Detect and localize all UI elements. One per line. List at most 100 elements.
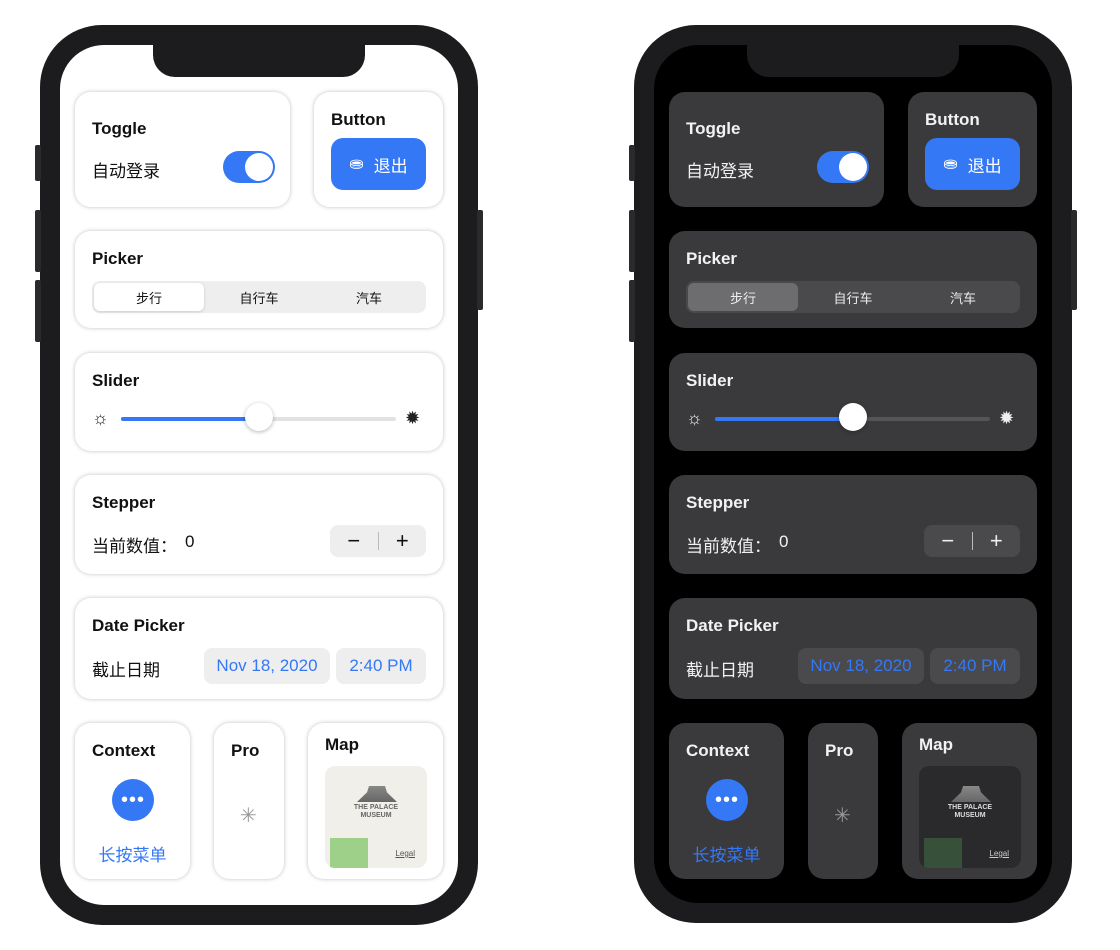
button-card: Button ⛂ 退出 xyxy=(908,92,1037,207)
pro-card: Pro ✳ xyxy=(214,723,284,879)
stepper-value: 0 xyxy=(185,532,195,551)
toggle-label: 自动登录 xyxy=(686,162,754,181)
date-picker-title: Date Picker xyxy=(92,616,185,635)
picker-option-bike[interactable]: 自行车 xyxy=(798,283,908,311)
stepper-label: 当前数值： xyxy=(92,537,177,556)
picker-option-walk[interactable]: 步行 xyxy=(94,283,204,311)
picker-option-bike[interactable]: 自行车 xyxy=(204,283,314,311)
slider-title: Slider xyxy=(92,371,140,390)
volume-up-button xyxy=(629,210,635,272)
stepper-title: Stepper xyxy=(92,493,156,512)
context-title: Context xyxy=(92,741,156,760)
segmented-picker: 步行 自行车 汽车 xyxy=(686,281,1020,313)
phone-light: Toggle 自动登录 Button ⛂ 退出 Picker 步行 自行车 汽车… xyxy=(35,25,483,925)
person-badge-minus-icon: ⛂ xyxy=(349,154,364,173)
stepper: − + xyxy=(924,525,1020,557)
toggle-card: Toggle 自动登录 xyxy=(75,92,290,207)
slider-thumb[interactable] xyxy=(838,403,867,431)
pro-title: Pro xyxy=(825,741,854,760)
stepper-card: Stepper 当前数值： 0 − + xyxy=(669,475,1037,574)
screen: Toggle 自动登录 Button ⛂ 退出 Picker 步行 自行车 汽车… xyxy=(654,45,1052,903)
spinner-icon: ✳ xyxy=(834,805,851,827)
long-press-menu-link[interactable]: 长按菜单 xyxy=(669,841,784,866)
pro-card: Pro ✳ xyxy=(808,723,878,879)
date-field[interactable]: Nov 18, 2020 xyxy=(204,648,330,684)
decrement-button[interactable]: − xyxy=(330,528,378,554)
date-picker-title: Date Picker xyxy=(686,616,779,635)
slider-thumb[interactable] xyxy=(244,403,273,431)
auto-login-toggle[interactable] xyxy=(817,151,869,183)
stepper-label: 当前数值： xyxy=(686,537,771,556)
notch xyxy=(153,45,365,77)
increment-button[interactable]: + xyxy=(973,528,1021,554)
volume-up-button xyxy=(35,210,41,272)
long-press-menu-link[interactable]: 长按菜单 xyxy=(75,841,190,866)
picker-option-walk[interactable]: 步行 xyxy=(688,283,798,311)
stepper-title: Stepper xyxy=(686,493,750,512)
context-title: Context xyxy=(686,741,750,760)
button-title: Button xyxy=(925,110,980,129)
increment-button[interactable]: + xyxy=(379,528,427,554)
button-card: Button ⛂ 退出 xyxy=(314,92,443,207)
date-picker-card: Date Picker 截止日期 Nov 18, 2020 2:40 PM xyxy=(669,598,1037,699)
logout-button[interactable]: ⛂ 退出 xyxy=(331,138,426,190)
sun-min-icon: ☼ xyxy=(686,408,703,428)
phone-dark: Toggle 自动登录 Button ⛂ 退出 Picker 步行 自行车 汽车… xyxy=(629,25,1077,923)
mute-switch xyxy=(35,145,41,181)
ellipsis-icon[interactable]: ••• xyxy=(112,779,154,821)
park-area xyxy=(330,838,368,868)
map-card: Map THE PALACE MUSEUM Legal xyxy=(902,723,1037,879)
ellipsis-icon[interactable]: ••• xyxy=(706,779,748,821)
toggle-card: Toggle 自动登录 xyxy=(669,92,884,207)
decrement-button[interactable]: − xyxy=(924,528,972,554)
slider-title: Slider xyxy=(686,371,734,390)
sun-max-icon: ✹ xyxy=(999,408,1015,428)
toggle-title: Toggle xyxy=(686,119,741,138)
map-title: Map xyxy=(325,735,359,754)
slider-card: Slider ☼ ✹ xyxy=(75,353,443,451)
volume-down-button xyxy=(35,280,41,342)
picker-card: Picker 步行 自行车 汽车 xyxy=(75,231,443,328)
park-area xyxy=(924,838,962,868)
picker-option-car[interactable]: 汽车 xyxy=(314,283,424,311)
logout-button[interactable]: ⛂ 退出 xyxy=(925,138,1020,190)
context-card: Context ••• 长按菜单 xyxy=(669,723,784,879)
map-title: Map xyxy=(919,735,953,754)
logout-label: 退出 xyxy=(373,156,408,176)
picker-option-car[interactable]: 汽车 xyxy=(908,283,1018,311)
legal-link[interactable]: Legal xyxy=(395,849,415,858)
auto-login-toggle[interactable] xyxy=(223,151,275,183)
date-field[interactable]: Nov 18, 2020 xyxy=(798,648,924,684)
map-view[interactable]: THE PALACE MUSEUM Legal xyxy=(919,766,1021,868)
legal-link[interactable]: Legal xyxy=(989,849,1009,858)
notch xyxy=(747,45,959,77)
power-button xyxy=(477,210,483,310)
segmented-picker: 步行 自行车 汽车 xyxy=(92,281,426,313)
time-field[interactable]: 2:40 PM xyxy=(930,648,1020,684)
volume-down-button xyxy=(629,280,635,342)
picker-card: Picker 步行 自行车 汽车 xyxy=(669,231,1037,328)
toggle-label: 自动登录 xyxy=(92,162,160,181)
screen: Toggle 自动登录 Button ⛂ 退出 Picker 步行 自行车 汽车… xyxy=(60,45,458,905)
logout-label: 退出 xyxy=(967,156,1002,176)
spinner-icon: ✳ xyxy=(240,805,257,827)
map-card: Map THE PALACE MUSEUM Legal xyxy=(308,723,443,879)
stepper-card: Stepper 当前数值： 0 − + xyxy=(75,475,443,574)
date-label: 截止日期 xyxy=(92,661,160,680)
map-place-label: THE PALACE MUSEUM xyxy=(947,804,993,819)
time-field[interactable]: 2:40 PM xyxy=(336,648,426,684)
stepper: − + xyxy=(330,525,426,557)
sun-min-icon: ☼ xyxy=(92,408,109,428)
context-card: Context ••• 长按菜单 xyxy=(75,723,190,879)
picker-title: Picker xyxy=(686,249,738,268)
button-title: Button xyxy=(331,110,386,129)
map-view[interactable]: THE PALACE MUSEUM Legal xyxy=(325,766,427,868)
stepper-value: 0 xyxy=(779,532,789,551)
sun-max-icon: ✹ xyxy=(405,408,421,428)
palace-icon xyxy=(951,786,991,802)
date-label: 截止日期 xyxy=(686,661,754,680)
date-picker-card: Date Picker 截止日期 Nov 18, 2020 2:40 PM xyxy=(75,598,443,699)
picker-title: Picker xyxy=(92,249,144,268)
map-place-label: THE PALACE MUSEUM xyxy=(353,804,399,819)
person-badge-minus-icon: ⛂ xyxy=(943,154,958,173)
